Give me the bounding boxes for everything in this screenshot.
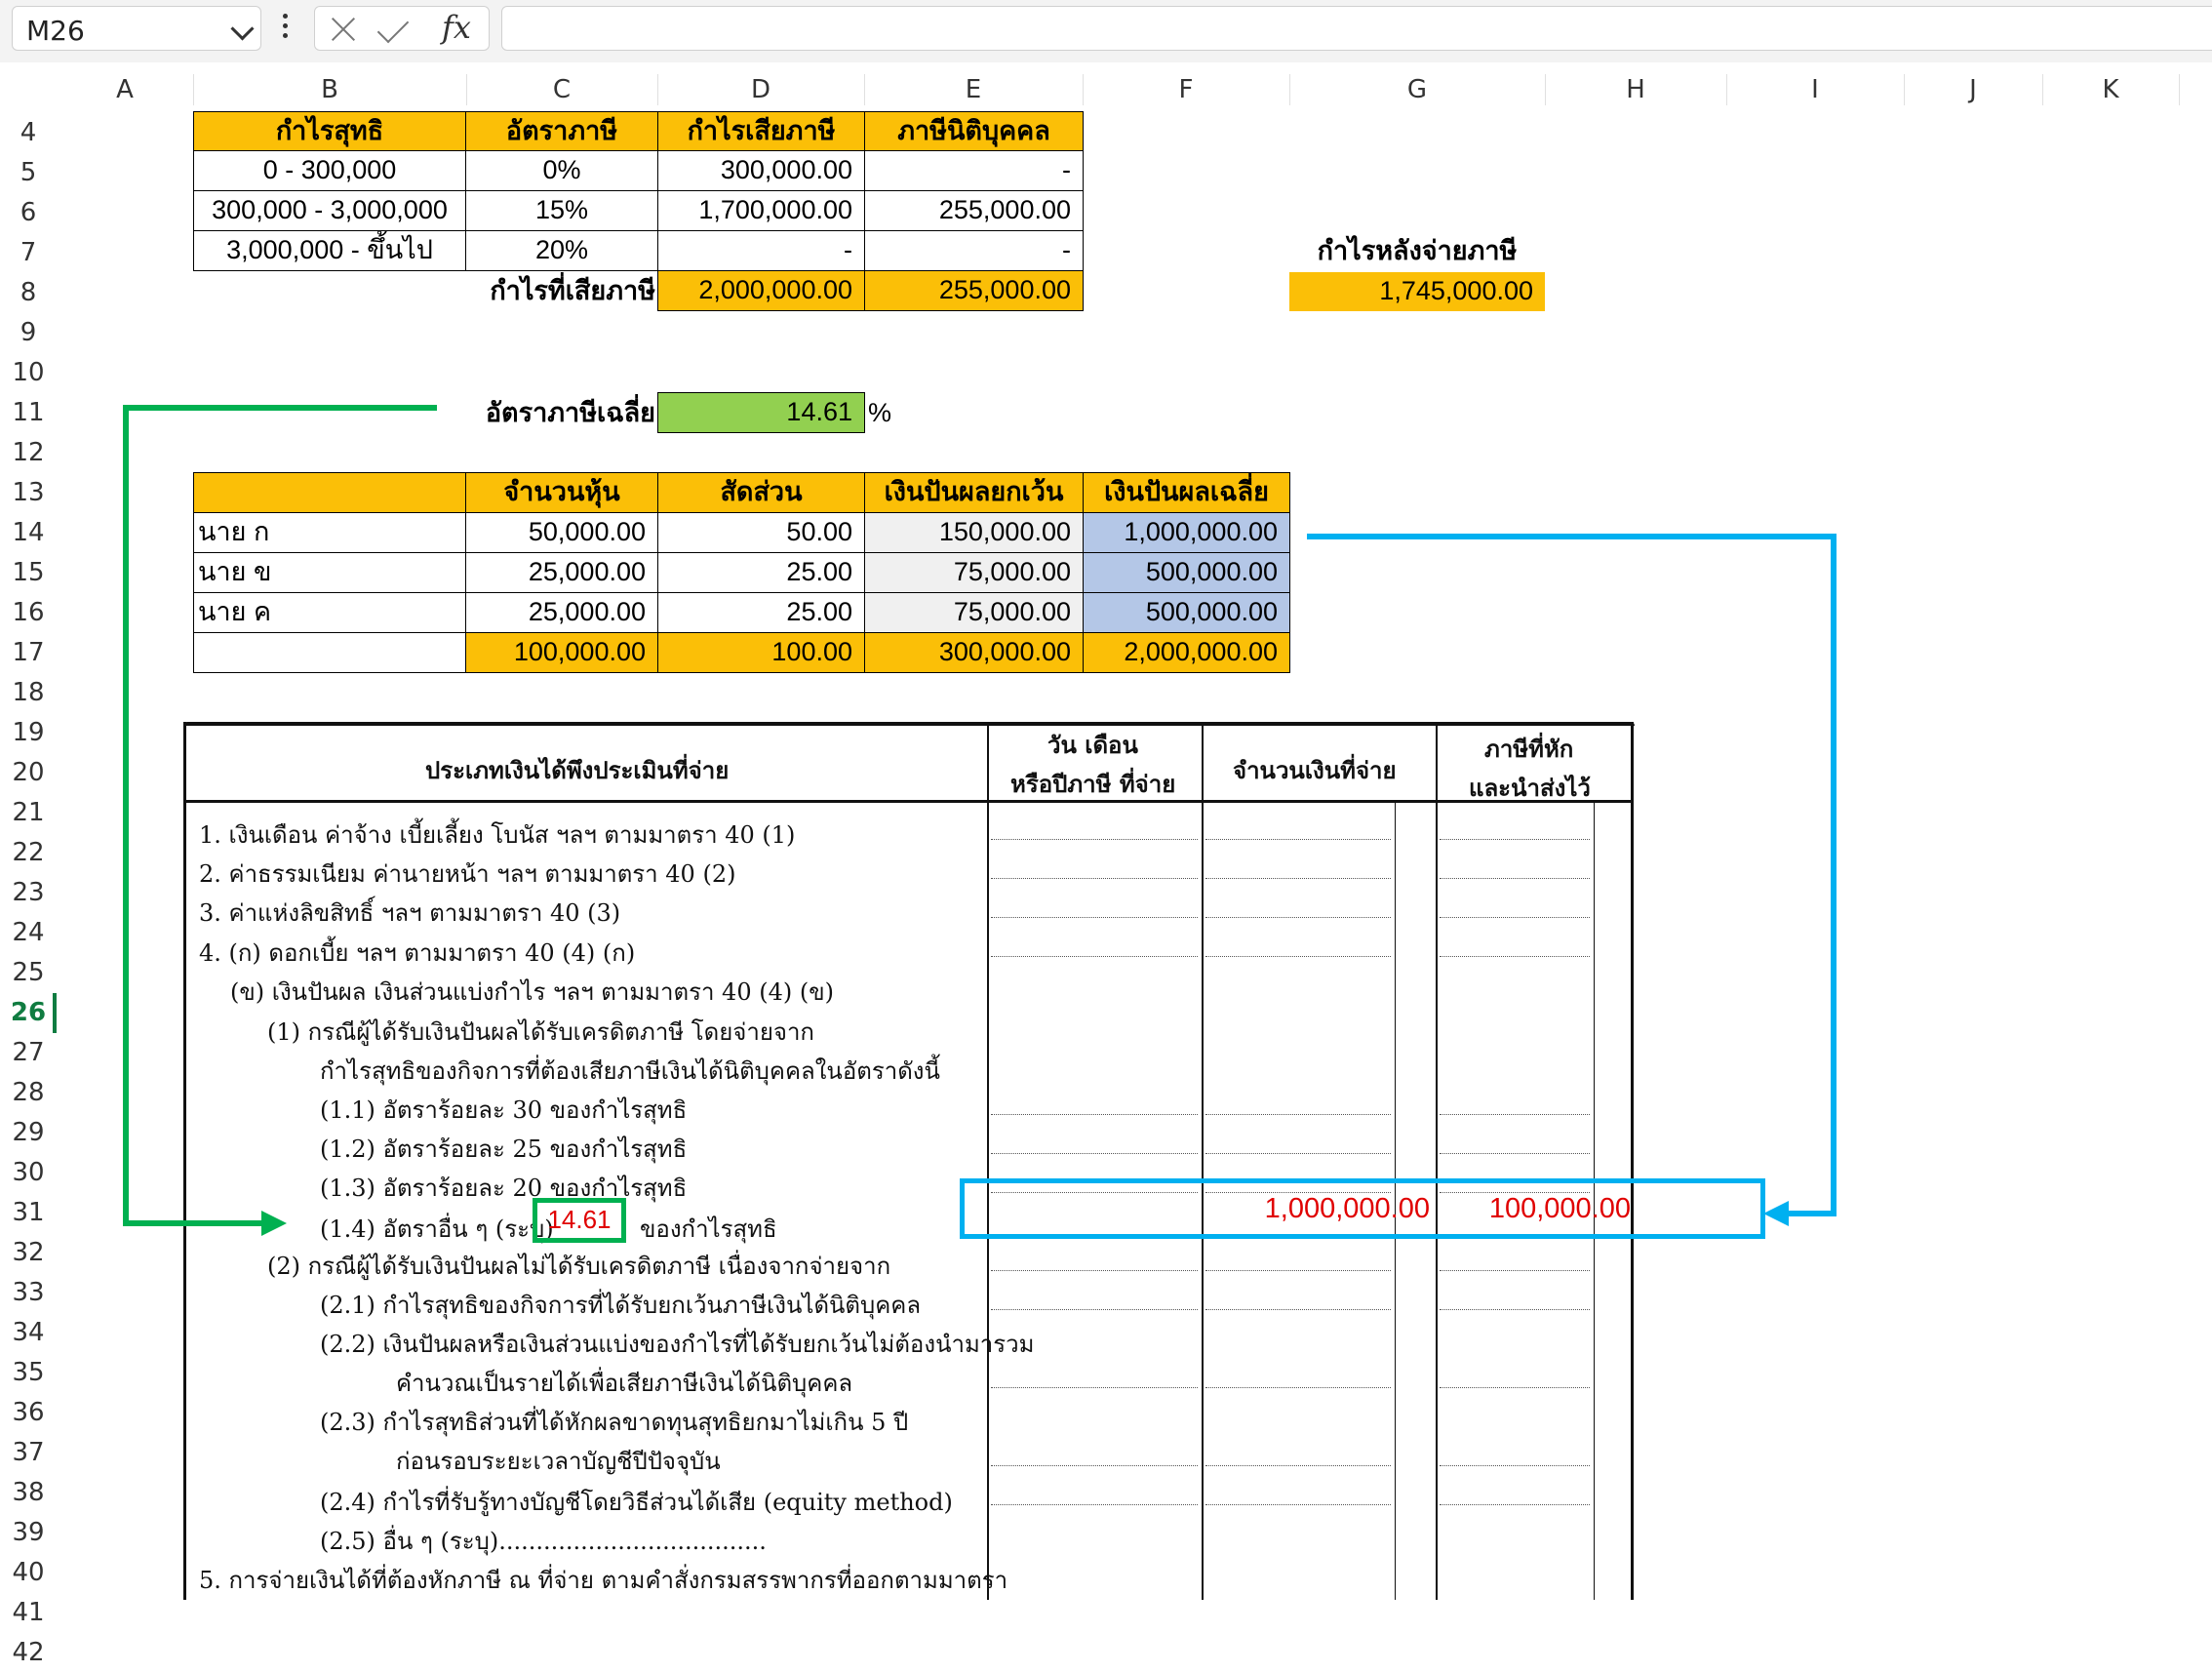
arrows-overlay xyxy=(123,405,1837,1236)
blue-arrow xyxy=(1307,534,1837,1216)
blue-arrowhead xyxy=(1763,1201,1789,1226)
green-arrowhead xyxy=(261,1211,287,1236)
green-arrow xyxy=(123,405,437,1226)
